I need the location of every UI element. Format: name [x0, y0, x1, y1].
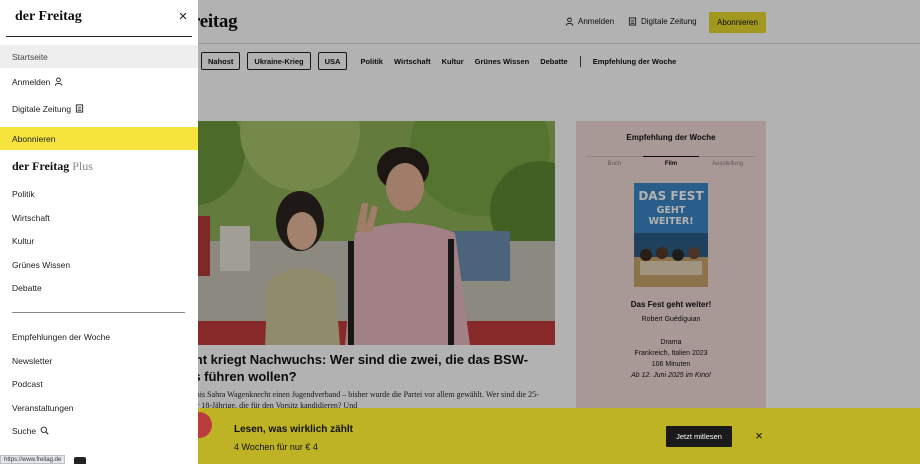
user-icon [54, 77, 63, 86]
banner-subline: 4 Wochen für nur € 4 [234, 442, 318, 452]
drawer-item-label: Anmelden [12, 76, 51, 87]
banner-close-icon[interactable]: × [753, 429, 765, 442]
status-chip-icon [74, 457, 86, 464]
drawer-item-abonnieren[interactable]: Abonnieren [0, 127, 198, 150]
drawer-item-label: Suche [12, 425, 37, 436]
drawer-close-icon[interactable]: × [176, 9, 190, 24]
freitag-plus-logo[interactable]: der Freitag Plus [12, 159, 93, 174]
drawer-item-gruenes-wissen[interactable]: Grünes Wissen [0, 253, 198, 276]
drawer-logo[interactable]: der Freitag [15, 9, 82, 25]
status-bar-url: https://www.freitag.de [0, 455, 66, 464]
drawer-item-empfehlungen[interactable]: Empfehlungen der Woche [0, 325, 198, 348]
drawer-item-wirtschaft[interactable]: Wirtschaft [0, 206, 198, 229]
plus-logo-brand: der Freitag [12, 159, 70, 173]
drawer-divider [6, 36, 192, 37]
drawer-item-label: Digitale Zeitung [12, 103, 72, 114]
drawer-item-digitale-zeitung[interactable]: Digitale Zeitung [0, 97, 198, 120]
drawer-item-anmelden[interactable]: Anmelden [0, 70, 198, 93]
drawer-item-podcast[interactable]: Podcast [0, 372, 198, 395]
drawer-section-divider [12, 312, 185, 313]
drawer-item-newsletter[interactable]: Newsletter [0, 349, 198, 372]
newspaper-icon [75, 104, 84, 113]
banner-cta-button[interactable]: Jetzt mitlesen [666, 426, 732, 447]
side-drawer: der Freitag × Startseite Anmelden Digita… [0, 0, 198, 464]
drawer-item-kultur[interactable]: Kultur [0, 229, 198, 252]
plus-logo-suffix: Plus [72, 159, 93, 173]
drawer-item-veranstaltungen[interactable]: Veranstaltungen [0, 396, 198, 419]
drawer-item-suche[interactable]: Suche [0, 419, 198, 442]
drawer-item-politik[interactable]: Politik [0, 182, 198, 205]
banner-headline: Lesen, was wirklich zählt [234, 424, 353, 435]
search-icon [40, 426, 49, 435]
drawer-item-debatte[interactable]: Debatte [0, 276, 198, 299]
drawer-item-label: Startseite [12, 51, 48, 62]
drawer-item-label: Abonnieren [12, 133, 56, 144]
drawer-item-startseite[interactable]: Startseite [0, 45, 198, 68]
